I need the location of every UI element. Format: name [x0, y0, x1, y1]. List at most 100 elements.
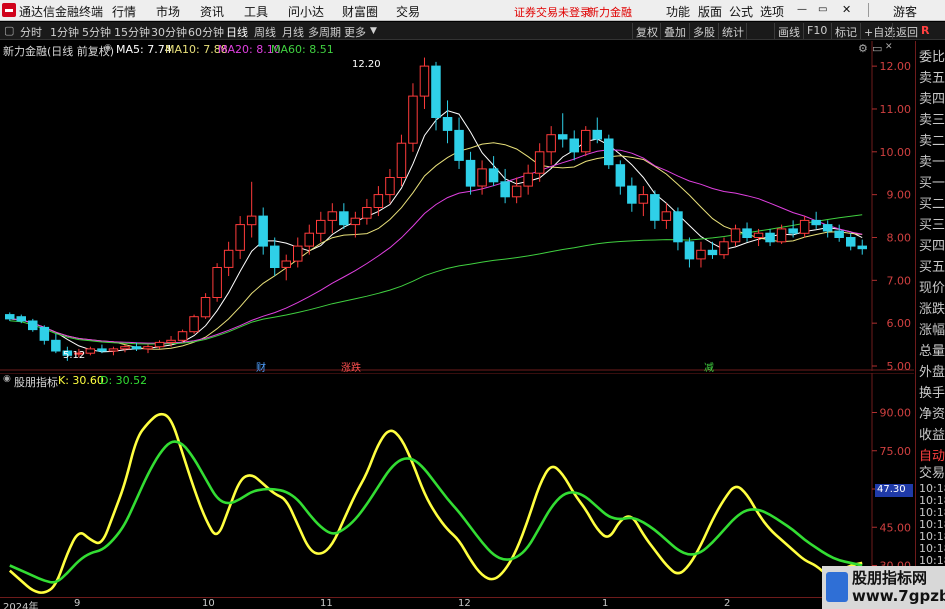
- trade-label[interactable]: 交易: [919, 462, 945, 481]
- quote-change[interactable]: 涨跌: [919, 298, 945, 317]
- quote-change-pct[interactable]: 涨幅: [919, 319, 945, 338]
- menu-hangqing[interactable]: 行情: [112, 3, 136, 20]
- period-monthly[interactable]: 月线: [282, 24, 304, 40]
- close-icon[interactable]: ✕: [842, 3, 851, 16]
- event-marker-zhangdie[interactable]: 涨跌: [341, 359, 361, 374]
- guest-label[interactable]: 游客: [893, 3, 917, 20]
- period-15min[interactable]: 15分钟: [114, 24, 150, 40]
- maximize-pane-icon[interactable]: ▭: [872, 42, 882, 55]
- candle-body: [350, 217, 361, 226]
- quote-sell2[interactable]: 卖二: [919, 130, 945, 149]
- indicator-settings-icon[interactable]: ◉: [3, 374, 11, 384]
- y-tick-label: 75.00: [880, 445, 912, 458]
- r-mode-icon[interactable]: R: [921, 24, 929, 37]
- menu-gongju[interactable]: 工具: [244, 3, 268, 20]
- menu-wenxiaoda[interactable]: 问小达: [288, 3, 324, 20]
- quote-buy3[interactable]: 买三: [919, 214, 945, 233]
- candle-body: [154, 341, 165, 348]
- app-name: 通达信金融终端: [19, 5, 104, 19]
- indicator-chart[interactable]: 90.0075.0060.0045.0030.00: [0, 372, 914, 597]
- back-button[interactable]: 返回: [892, 23, 921, 39]
- close-pane-icon[interactable]: ✕: [885, 42, 893, 52]
- candle-body: [39, 326, 50, 341]
- menu-jiaoyi[interactable]: 交易: [396, 3, 420, 20]
- period-daily[interactable]: 日线: [226, 24, 248, 40]
- kline-panel[interactable]: 12.00 11.00 10.00 9.00 8.00 7.00 6.00 5.00 新力金融…: [0, 41, 914, 374]
- period-5min[interactable]: 5分钟: [82, 24, 111, 40]
- login-warning[interactable]: 证券交易未登录: [514, 4, 591, 20]
- candle-body: [304, 232, 314, 247]
- quote-turnover[interactable]: 换手: [919, 382, 945, 401]
- f10-button[interactable]: F10: [803, 23, 830, 39]
- period-fenshi[interactable]: 分时: [20, 24, 42, 40]
- quote-sell3[interactable]: 卖三: [919, 109, 945, 128]
- quote-weibi[interactable]: 委比: [919, 46, 945, 65]
- settings-gear-icon[interactable]: ⚙: [858, 42, 868, 55]
- candle-body: [97, 348, 107, 352]
- candle-body: [143, 346, 153, 350]
- menu-gongneng[interactable]: 功能: [666, 3, 690, 20]
- more-dropdown-icon[interactable]: ▼: [370, 26, 377, 36]
- quote-buy1[interactable]: 买一: [919, 172, 945, 191]
- quote-buy4[interactable]: 买四: [919, 235, 945, 254]
- ma-line-ma10: [9, 142, 863, 350]
- event-marker-jian[interactable]: 减: [704, 359, 714, 374]
- quote-sell1[interactable]: 卖一: [919, 151, 945, 170]
- candle-body: [488, 168, 499, 183]
- kline-chart[interactable]: 12.00 11.00 10.00 9.00 8.00 7.00 6.00 5.00: [0, 41, 914, 373]
- menu-caifuquan[interactable]: 财富圈: [342, 3, 378, 20]
- candle-body: [627, 185, 637, 204]
- y-tick-label: 90.00: [880, 407, 912, 420]
- quote-volume[interactable]: 总量: [919, 340, 945, 359]
- duogu-button[interactable]: 多股: [689, 23, 718, 39]
- candle-body: [569, 138, 579, 153]
- quote-earnings[interactable]: 收益: [919, 424, 945, 443]
- period-more[interactable]: 更多: [344, 24, 366, 40]
- biaoji-button[interactable]: 标记: [831, 23, 860, 39]
- quote-sell4[interactable]: 卖四: [919, 88, 945, 107]
- candle-body: [615, 164, 626, 187]
- candle-body: [281, 260, 291, 268]
- huaxian-button[interactable]: 画线: [774, 23, 803, 39]
- candle-body: [189, 316, 199, 333]
- period-1min[interactable]: 1分钟: [50, 24, 79, 40]
- y-tick-label: 11.00: [880, 103, 912, 116]
- candle-body: [316, 219, 326, 234]
- indicator-panel[interactable]: 90.0075.0060.0045.0030.00 ◉ 股朋指标 K: 30.6…: [0, 372, 914, 597]
- quote-sell5[interactable]: 卖五: [919, 67, 945, 86]
- candle-body: [696, 249, 706, 260]
- candle-body: [650, 194, 660, 221]
- watermark-title: 股朋指标网: [852, 569, 928, 587]
- indicator-name[interactable]: 股朋指标: [14, 374, 58, 390]
- quote-buy5[interactable]: 买五: [919, 256, 945, 275]
- menu-xuanxiang[interactable]: 选项: [760, 3, 784, 20]
- candle-body: [799, 219, 810, 234]
- restore-icon[interactable]: ▭: [818, 4, 827, 15]
- fuquan-button[interactable]: 复权: [632, 23, 661, 39]
- candle-body: [500, 181, 510, 198]
- minimize-icon[interactable]: —: [797, 4, 807, 15]
- indicator-line-k: [8, 412, 863, 594]
- quote-netasset[interactable]: 净资: [919, 403, 945, 422]
- period-60min[interactable]: 60分钟: [188, 24, 224, 40]
- menu-gongshi[interactable]: 公式: [729, 3, 753, 20]
- quote-buy2[interactable]: 买二: [919, 193, 945, 212]
- menu-zixun[interactable]: 资讯: [200, 3, 224, 20]
- candle-body: [5, 314, 15, 320]
- quote-price[interactable]: 现价: [919, 277, 945, 296]
- diejia-button[interactable]: 叠加: [660, 23, 689, 39]
- candle-body: [442, 117, 453, 131]
- event-marker-cai[interactable]: 财: [256, 359, 266, 374]
- quote-outer[interactable]: 外盘: [919, 361, 945, 380]
- period-30min[interactable]: 30分钟: [151, 24, 187, 40]
- stock-label: 新力金融(日线 前复权): [3, 45, 115, 58]
- period-multi[interactable]: 多周期: [308, 24, 341, 40]
- candle-body: [638, 194, 649, 204]
- tongji-button[interactable]: 统计: [718, 23, 747, 39]
- menu-shichang[interactable]: 市场: [156, 3, 180, 20]
- expand-icon[interactable]: ▢: [4, 24, 14, 37]
- low-price-label: 5.12: [63, 350, 86, 361]
- menu-banmian[interactable]: 版面: [698, 3, 722, 20]
- settings-dropdown-icon[interactable]: ◉: [104, 43, 112, 53]
- period-weekly[interactable]: 周线: [254, 24, 276, 40]
